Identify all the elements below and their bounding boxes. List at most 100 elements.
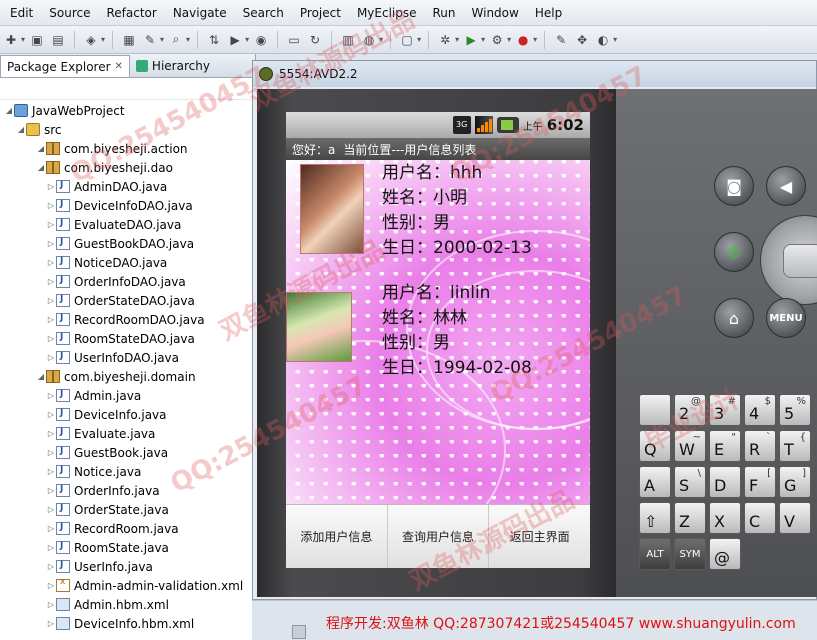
debug-icon[interactable]: ✲ bbox=[436, 31, 454, 49]
deploy-dropdown-icon[interactable]: ▾ bbox=[160, 35, 164, 44]
key[interactable]: SYM bbox=[674, 538, 706, 570]
tree-item[interactable]: ◢ src bbox=[0, 120, 256, 139]
expand-arrow-icon[interactable]: ▷ bbox=[46, 429, 56, 438]
expand-arrow-icon[interactable]: ▷ bbox=[46, 315, 56, 324]
browser-dropdown-icon[interactable]: ▾ bbox=[379, 35, 383, 44]
tree-item[interactable]: ▷ OrderInfoDAO.java bbox=[0, 272, 256, 291]
menu-item-window[interactable]: Window bbox=[464, 0, 527, 26]
tree-item[interactable]: ▷ Admin.java bbox=[0, 386, 256, 405]
server-icon[interactable]: ▦ bbox=[120, 31, 138, 49]
tree-item[interactable]: ◢ JavaWebProject bbox=[0, 101, 256, 120]
search-dropdown-icon[interactable]: ▾ bbox=[186, 35, 190, 44]
key[interactable]: T{ bbox=[779, 430, 811, 462]
expand-arrow-icon[interactable]: ▷ bbox=[46, 619, 56, 628]
menu-item-refactor[interactable]: Refactor bbox=[98, 0, 164, 26]
tree-item[interactable]: ▷ DeviceInfo.hbm.xml bbox=[0, 614, 256, 633]
debug-dropdown-icon[interactable]: ▾ bbox=[455, 35, 459, 44]
search-icon[interactable]: ⌕ bbox=[167, 31, 185, 49]
expand-arrow-icon[interactable]: ◢ bbox=[16, 125, 26, 134]
key[interactable]: 3 # bbox=[709, 394, 741, 426]
tree-item[interactable]: ▷ GuestBookDAO.java bbox=[0, 234, 256, 253]
refresh-icon[interactable]: ↻ bbox=[306, 31, 324, 49]
tree-item[interactable]: ▷ DeviceInfoDAO.java bbox=[0, 196, 256, 215]
deploy-project-icon[interactable]: ⇅ bbox=[205, 31, 223, 49]
add-user-button[interactable]: 添加用户信息 bbox=[286, 505, 388, 568]
expand-arrow-icon[interactable]: ▷ bbox=[46, 581, 56, 590]
expand-arrow-icon[interactable]: ▷ bbox=[46, 353, 56, 362]
call-button[interactable]: ✆ bbox=[714, 232, 754, 272]
tree-item[interactable]: ▷ GuestBook.java bbox=[0, 443, 256, 462]
tab-hierarchy[interactable]: Hierarchy bbox=[130, 55, 216, 77]
tree-item[interactable]: ◢ com.biyesheji.action bbox=[0, 139, 256, 158]
browser-icon[interactable]: ◍ bbox=[360, 31, 378, 49]
menu-item-myeclipse[interactable]: MyEclipse bbox=[349, 0, 425, 26]
expand-arrow-icon[interactable]: ▷ bbox=[46, 391, 56, 400]
key[interactable] bbox=[639, 394, 671, 426]
scrollbar-thumb[interactable] bbox=[292, 625, 306, 639]
tree-item[interactable]: ▷ DeviceInfo.java bbox=[0, 405, 256, 424]
expand-arrow-icon[interactable]: ▷ bbox=[46, 410, 56, 419]
run-dropdown-icon[interactable]: ▾ bbox=[481, 35, 485, 44]
menu-item-edit[interactable]: Edit bbox=[2, 0, 41, 26]
stop-icon[interactable]: ● bbox=[514, 31, 532, 49]
tab-package-explorer[interactable]: Package Explorer ✕ bbox=[0, 55, 130, 77]
key[interactable]: 2 @ bbox=[674, 394, 706, 426]
expand-arrow-icon[interactable]: ▷ bbox=[46, 448, 56, 457]
key[interactable]: F[ bbox=[744, 466, 776, 498]
key[interactable]: W ~ bbox=[674, 430, 706, 462]
expand-arrow-icon[interactable]: ▷ bbox=[46, 239, 56, 248]
expand-arrow-icon[interactable]: ▷ bbox=[46, 258, 56, 267]
run-server-icon[interactable]: ▶ bbox=[226, 31, 244, 49]
menu-item-help[interactable]: Help bbox=[527, 0, 570, 26]
tree-item[interactable]: ▷ OrderStateDAO.java bbox=[0, 291, 256, 310]
key[interactable]: R ` bbox=[744, 430, 776, 462]
expand-arrow-icon[interactable]: ▷ bbox=[46, 182, 56, 191]
new-class-icon[interactable]: ✥ bbox=[573, 31, 591, 49]
new-java-dropdown-icon[interactable]: ▾ bbox=[101, 35, 105, 44]
tree-item[interactable]: ▷ EvaluateDAO.java bbox=[0, 215, 256, 234]
menu-item-search[interactable]: Search bbox=[235, 0, 292, 26]
expand-arrow-icon[interactable]: ▷ bbox=[46, 505, 56, 514]
run-icon[interactable]: ▶ bbox=[462, 31, 480, 49]
expand-arrow-icon[interactable]: ▷ bbox=[46, 201, 56, 210]
key[interactable]: G] bbox=[779, 466, 811, 498]
print-icon[interactable]: ▤ bbox=[49, 31, 67, 49]
tree-item[interactable]: ▷ Notice.java bbox=[0, 462, 256, 481]
key[interactable]: E " bbox=[709, 430, 741, 462]
key[interactable]: X bbox=[709, 502, 741, 534]
expand-arrow-icon[interactable]: ◢ bbox=[36, 372, 46, 381]
key[interactable]: D bbox=[709, 466, 741, 498]
tree-item[interactable]: ▷ RoomState.java bbox=[0, 538, 256, 557]
expand-arrow-icon[interactable]: ◢ bbox=[36, 144, 46, 153]
new-icon[interactable]: ✚ bbox=[2, 31, 20, 49]
monitor-icon[interactable]: ▢ bbox=[398, 31, 416, 49]
expand-arrow-icon[interactable]: ▷ bbox=[46, 334, 56, 343]
key[interactable]: S \ bbox=[674, 466, 706, 498]
tree-item[interactable]: ▷ UserInfoDAO.java bbox=[0, 348, 256, 367]
key[interactable]: Q bbox=[639, 430, 671, 462]
home-button[interactable]: ⌂ bbox=[714, 298, 754, 338]
expand-arrow-icon[interactable]: ▷ bbox=[46, 277, 56, 286]
key[interactable]: ⇧ bbox=[639, 502, 671, 534]
external-tools-icon[interactable]: ⚙ bbox=[488, 31, 506, 49]
window-icon[interactable]: ▥ bbox=[339, 31, 357, 49]
key[interactable]: 5% bbox=[779, 394, 811, 426]
new-package-icon[interactable]: ✎ bbox=[552, 31, 570, 49]
volume-button[interactable]: ◀ bbox=[766, 166, 806, 206]
tree-item[interactable]: ▷ RecordRoomDAO.java bbox=[0, 310, 256, 329]
tree-item[interactable]: ▷ Evaluate.java bbox=[0, 424, 256, 443]
menu-item-project[interactable]: Project bbox=[292, 0, 349, 26]
deploy-icon[interactable]: ✎ bbox=[141, 31, 159, 49]
tree-item[interactable]: ▷ AdminDAO.java bbox=[0, 177, 256, 196]
key[interactable]: A bbox=[639, 466, 671, 498]
list-item[interactable]: 用户名：linlin 姓名：林林 性别：男 生日：1994-02-08 bbox=[286, 280, 590, 390]
expand-arrow-icon[interactable]: ▷ bbox=[46, 543, 56, 552]
key[interactable]: ALT bbox=[639, 538, 671, 570]
list-item[interactable]: 用户名：hhh 姓名：小明 性别：男 生日：2000-02-13 bbox=[286, 160, 590, 270]
expand-arrow-icon[interactable]: ▷ bbox=[46, 562, 56, 571]
expand-arrow-icon[interactable]: ▷ bbox=[46, 220, 56, 229]
expand-arrow-icon[interactable]: ▷ bbox=[46, 524, 56, 533]
menu-item-navigate[interactable]: Navigate bbox=[165, 0, 235, 26]
back-main-button[interactable]: 返回主界面 bbox=[489, 505, 590, 568]
tree-item[interactable]: ▷ OrderInfo.java bbox=[0, 481, 256, 500]
